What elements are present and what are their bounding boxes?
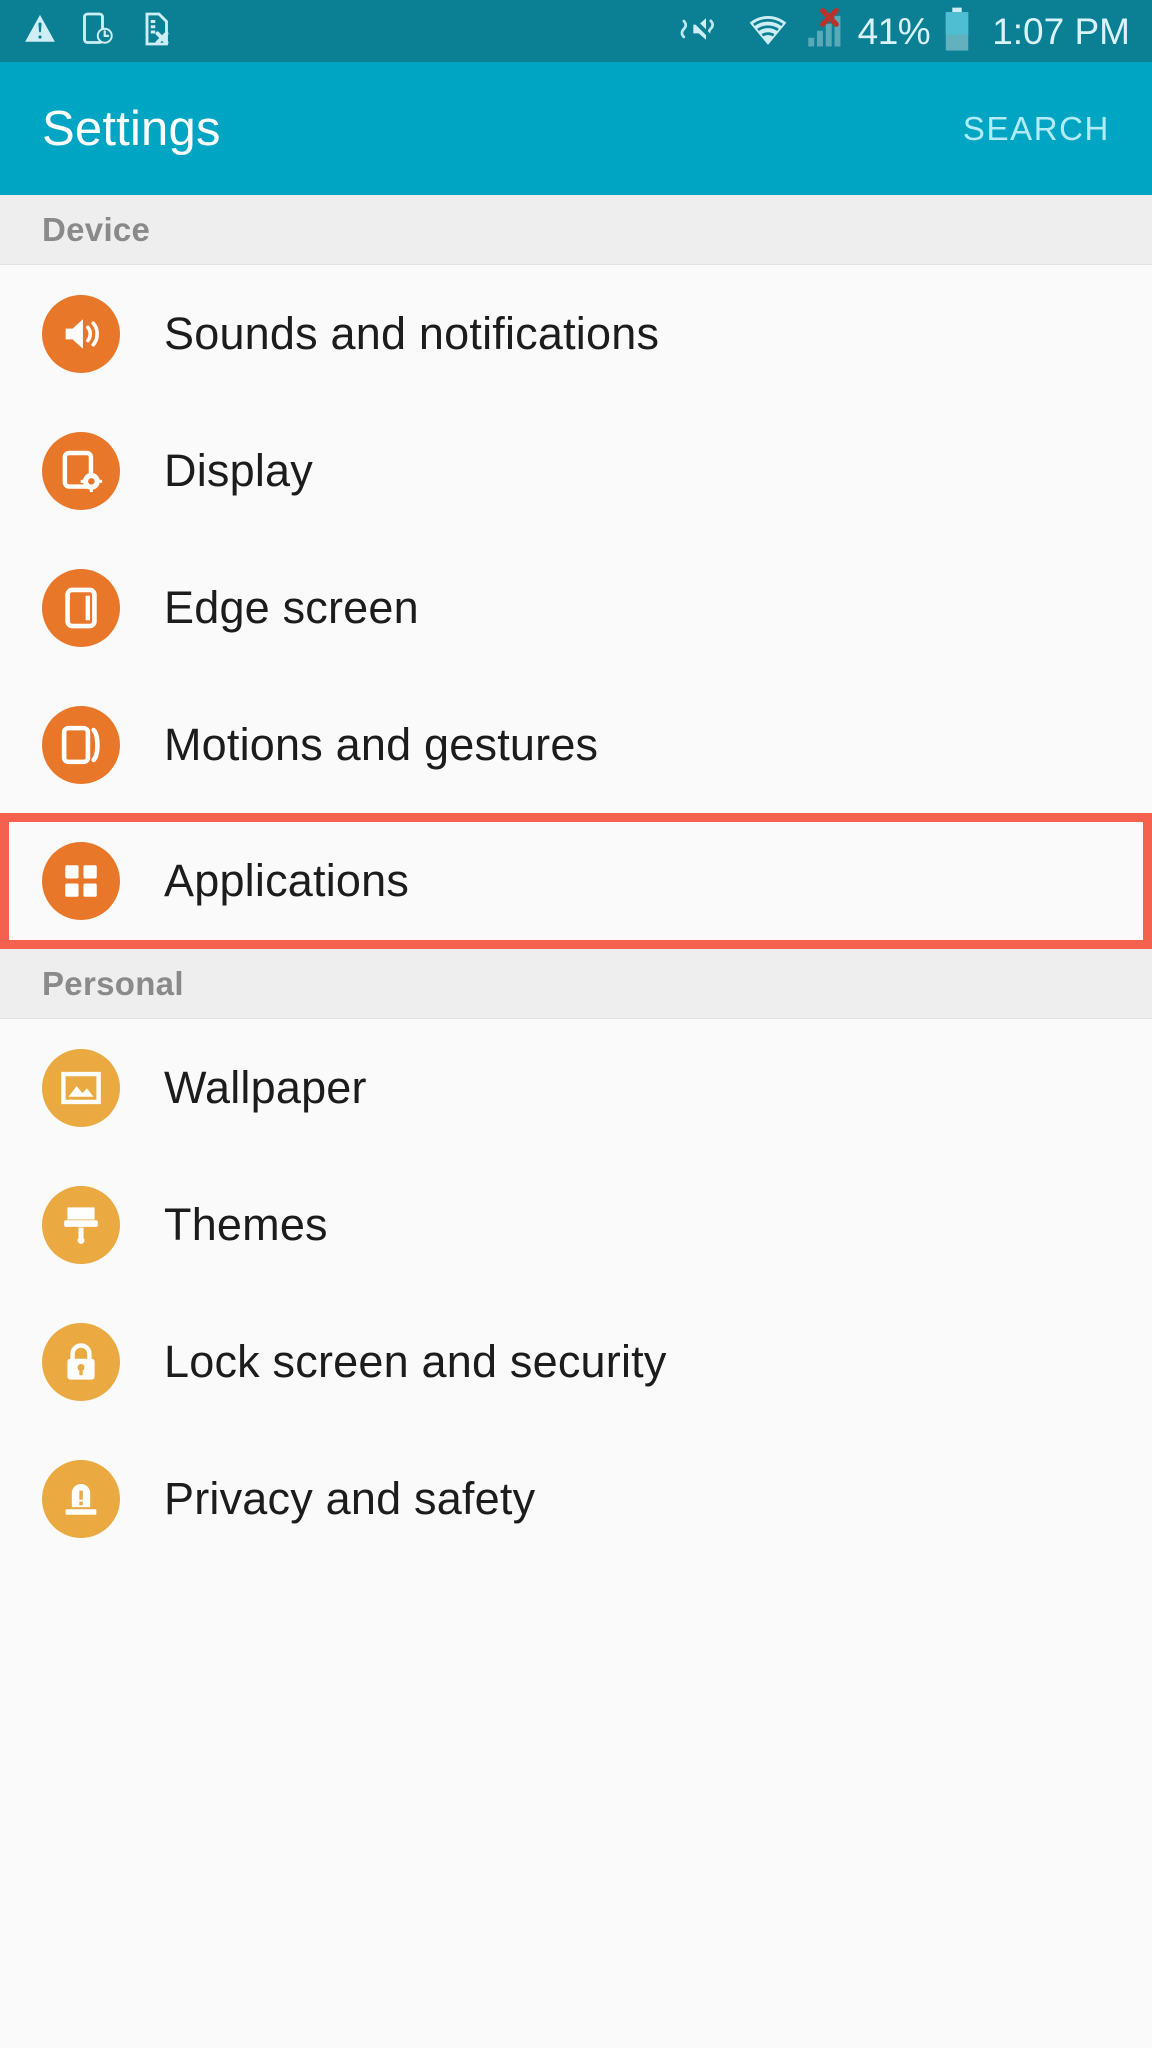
highlight-box-applications: Applications — [0, 813, 1152, 949]
settings-item-label: Lock screen and security — [164, 1335, 667, 1387]
edge-screen-icon — [42, 568, 120, 647]
status-bar-left-icons — [22, 11, 174, 52]
section-header-personal: Personal — [0, 949, 1152, 1019]
cell-signal-off-icon — [802, 7, 846, 55]
device-clock-icon — [80, 11, 116, 52]
privacy-alert-icon — [42, 1459, 120, 1538]
warning-triangle-icon — [22, 12, 58, 51]
section-header-label: Personal — [42, 964, 184, 1002]
settings-item-label: Edge screen — [164, 581, 419, 633]
settings-list: Device Sounds and notifications Display … — [0, 195, 1152, 1567]
page-title: Settings — [42, 101, 221, 156]
status-bar-right-icons: 41% 1:07 PM — [678, 6, 1130, 57]
settings-item-label: Themes — [164, 1198, 328, 1250]
sound-icon — [42, 294, 120, 373]
wifi-icon — [746, 10, 790, 53]
display-icon — [42, 431, 120, 510]
settings-item-label: Sounds and notifications — [164, 307, 660, 359]
vibrate-mute-icon — [678, 10, 734, 53]
settings-item-label: Motions and gestures — [164, 718, 599, 770]
settings-item-sounds-and-notifications[interactable]: Sounds and notifications — [0, 265, 1152, 402]
motions-gestures-icon — [42, 705, 120, 784]
settings-item-themes[interactable]: Themes — [0, 1156, 1152, 1293]
settings-item-lock-screen-and-security[interactable]: Lock screen and security — [0, 1293, 1152, 1430]
applications-grid-icon — [42, 842, 120, 920]
settings-item-wallpaper[interactable]: Wallpaper — [0, 1019, 1152, 1156]
battery-icon — [942, 6, 972, 57]
app-bar: Settings SEARCH — [0, 62, 1152, 195]
settings-item-edge-screen[interactable]: Edge screen — [0, 539, 1152, 676]
settings-item-motions-and-gestures[interactable]: Motions and gestures — [0, 676, 1152, 813]
search-button[interactable]: SEARCH — [963, 110, 1110, 148]
section-header-label: Device — [42, 210, 151, 248]
section-header-device: Device — [0, 195, 1152, 265]
settings-item-label: Privacy and safety — [164, 1472, 536, 1524]
settings-item-applications[interactable]: Applications — [9, 822, 1143, 940]
battery-percent-label: 41% — [857, 10, 931, 52]
settings-item-privacy-and-safety[interactable]: Privacy and safety — [0, 1430, 1152, 1567]
themes-brush-icon — [42, 1185, 120, 1264]
clock-label: 1:07 PM — [992, 10, 1130, 52]
settings-item-label: Applications — [164, 855, 410, 906]
settings-item-display[interactable]: Display — [0, 402, 1152, 539]
wallpaper-image-icon — [42, 1048, 120, 1127]
sim-card-error-icon — [138, 11, 174, 52]
settings-item-label: Display — [164, 444, 313, 496]
lock-icon — [42, 1322, 120, 1401]
settings-item-label: Wallpaper — [164, 1061, 367, 1113]
status-bar: 41% 1:07 PM — [0, 0, 1152, 62]
